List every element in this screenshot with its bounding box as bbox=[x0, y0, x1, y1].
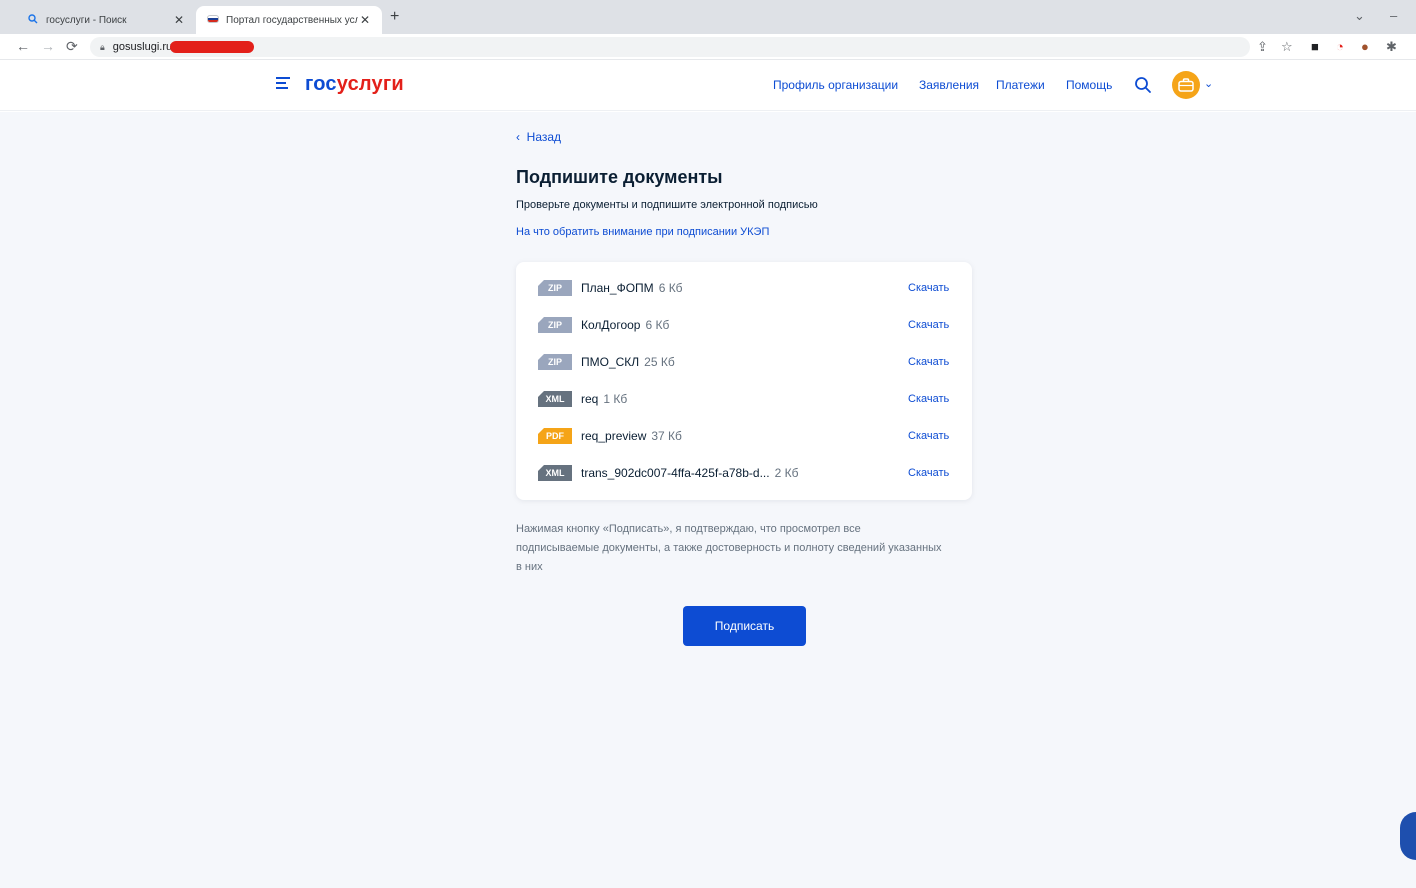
redaction-mark bbox=[170, 41, 255, 53]
list-item: ZIP План_ФОПМ 6 Кб Скачать bbox=[516, 275, 972, 301]
minimize-icon[interactable]: – bbox=[1390, 8, 1397, 23]
list-item: ZIP ПМО_СКЛ 25 Кб Скачать bbox=[516, 349, 972, 375]
document-size: 37 Кб bbox=[651, 429, 682, 443]
back-arrow-icon[interactable]: ← bbox=[16, 38, 30, 54]
tab-title: госуслуги - Поиск bbox=[46, 14, 127, 26]
close-icon[interactable]: ✕ bbox=[358, 13, 372, 27]
download-link[interactable]: Скачать bbox=[908, 282, 949, 294]
list-item: XML req 1 Кб Скачать bbox=[516, 386, 972, 412]
url-text: gosuslugi.ru bbox=[112, 41, 173, 53]
url-field[interactable]: 🔒︎ gosuslugi.ru bbox=[90, 37, 1250, 57]
nav-payments[interactable]: Платежи bbox=[996, 78, 1045, 92]
zip-file-icon: ZIP bbox=[538, 354, 572, 370]
extension-avatar-icon[interactable]: ● bbox=[1361, 39, 1369, 54]
tab-title: Портал государственных услуг bbox=[226, 14, 358, 26]
signing-hint-link[interactable]: На что обратить внимание при подписании … bbox=[516, 226, 769, 238]
document-size: 1 Кб bbox=[603, 392, 628, 406]
browser-tab-bar: госуслуги - Поиск ✕ Портал государственн… bbox=[0, 0, 1416, 34]
pdf-file-icon: PDF bbox=[538, 428, 572, 444]
lock-icon: 🔒︎ bbox=[100, 41, 105, 52]
download-link[interactable]: Скачать bbox=[908, 319, 949, 331]
download-link[interactable]: Скачать bbox=[908, 356, 949, 368]
main-content: ‹ Назад Подпишите документы Проверьте до… bbox=[0, 112, 1416, 888]
new-tab-icon[interactable]: + bbox=[390, 8, 399, 26]
browser-address-bar: ← → ⟳ 🔒︎ gosuslugi.ru ⇪ ☆ ■ ◔ ● ✱ bbox=[0, 34, 1416, 60]
download-link[interactable]: Скачать bbox=[908, 467, 949, 479]
extension-clock-icon[interactable]: ◔ bbox=[1336, 39, 1344, 54]
page-title: Подпишите документы bbox=[516, 167, 723, 187]
download-link[interactable]: Скачать bbox=[908, 393, 949, 405]
share-icon[interactable]: ⇪ bbox=[1257, 39, 1268, 55]
download-link[interactable]: Скачать bbox=[908, 430, 949, 442]
document-name[interactable]: ПМО_СКЛ 25 Кб bbox=[581, 355, 675, 369]
gosuslugi-logo[interactable]: госуслуги bbox=[305, 73, 404, 96]
zip-file-icon: ZIP bbox=[538, 317, 572, 333]
site-header: госуслуги Профиль организации Заявления … bbox=[0, 61, 1416, 111]
back-link[interactable]: ‹ Назад bbox=[516, 130, 561, 144]
close-icon[interactable]: ✕ bbox=[172, 13, 186, 27]
chevron-down-icon[interactable]: ⌄ bbox=[1354, 8, 1365, 24]
browser-tab-search[interactable]: госуслуги - Поиск ✕ bbox=[16, 6, 196, 34]
xml-file-icon: XML bbox=[538, 465, 572, 481]
document-size: 25 Кб bbox=[644, 355, 675, 369]
extension-k-icon[interactable]: ■ bbox=[1311, 39, 1319, 54]
document-name[interactable]: req 1 Кб bbox=[581, 392, 627, 406]
consent-text: Нажимая кнопку «Подписать», я подтвержда… bbox=[516, 523, 942, 573]
zip-file-icon: ZIP bbox=[538, 280, 572, 296]
document-size: 6 Кб bbox=[645, 318, 670, 332]
list-item: PDF req_preview 37 Кб Скачать bbox=[516, 423, 972, 449]
document-name[interactable]: КолДогоор 6 Кб bbox=[581, 318, 669, 332]
menu-icon[interactable] bbox=[276, 77, 290, 91]
russian-flag-icon bbox=[206, 14, 220, 26]
document-name[interactable]: План_ФОПМ 6 Кб bbox=[581, 281, 683, 295]
page-subtitle: Проверьте документы и подпишите электрон… bbox=[516, 199, 818, 211]
list-item: ZIP КолДогоор 6 Кб Скачать bbox=[516, 312, 972, 338]
list-item: XML trans_902dc007-4ffa-425f-a78b-d... 2 … bbox=[516, 460, 972, 486]
document-size: 2 Кб bbox=[774, 466, 799, 480]
documents-card: ZIP План_ФОПМ 6 Кб Скачать ZIP КолДогоор 6… bbox=[516, 262, 972, 500]
reload-icon[interactable]: ⟳ bbox=[66, 38, 78, 55]
nav-applications[interactable]: Заявления bbox=[919, 78, 979, 92]
chevron-down-icon[interactable]: ⌄ bbox=[1204, 77, 1213, 90]
nav-help[interactable]: Помощь bbox=[1066, 78, 1112, 92]
search-icon bbox=[26, 13, 40, 27]
xml-file-icon: XML bbox=[538, 391, 572, 407]
document-name[interactable]: trans_902dc007-4ffa-425f-a78b-d... 2 Кб bbox=[581, 466, 798, 480]
briefcase-icon[interactable] bbox=[1172, 71, 1200, 99]
puzzle-icon[interactable]: ✱ bbox=[1386, 39, 1397, 55]
assistant-robot-icon[interactable] bbox=[1400, 812, 1416, 860]
document-size: 6 Кб bbox=[658, 281, 683, 295]
forward-arrow-icon[interactable]: → bbox=[41, 38, 55, 54]
nav-organization-profile[interactable]: Профиль организации bbox=[773, 78, 898, 92]
document-name[interactable]: req_preview 37 Кб bbox=[581, 429, 682, 443]
sign-button[interactable]: Подписать bbox=[683, 606, 806, 646]
browser-tab-gosuslugi[interactable]: Портал государственных услуг ✕ bbox=[196, 6, 382, 34]
search-icon[interactable] bbox=[1134, 76, 1152, 94]
star-icon[interactable]: ☆ bbox=[1281, 39, 1293, 55]
